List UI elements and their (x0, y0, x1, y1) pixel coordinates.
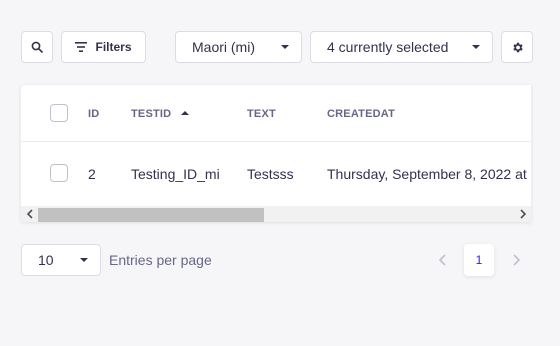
next-page-icon[interactable] (507, 251, 525, 269)
page-size-select[interactable]: 10 (21, 244, 101, 276)
columns-value: 4 currently selected (327, 39, 449, 55)
table-footer: 10 Entries per page 1 (21, 244, 531, 276)
cell-id: 2 (88, 166, 96, 182)
cell-testid: Testing_ID_mi (131, 166, 220, 182)
settings-button[interactable] (501, 31, 533, 63)
current-page-button[interactable]: 1 (464, 244, 494, 276)
chevron-down-icon (80, 258, 88, 262)
scroll-right-icon[interactable] (518, 209, 528, 219)
page-size-value: 10 (38, 252, 54, 268)
table-row[interactable]: 2 Testing_ID_mi Testsss Thursday, Septem… (21, 142, 531, 206)
header-createdat[interactable]: CREATEDAT (327, 108, 395, 120)
sort-ascending-icon (181, 111, 190, 115)
header-text[interactable]: TEXT (247, 108, 276, 120)
data-table: ID TESTID TEXT CREATEDAT 2 Testing_ID_mi… (21, 85, 531, 222)
scroll-left-icon[interactable] (25, 209, 35, 219)
columns-select[interactable]: 4 currently selected (310, 31, 493, 63)
filter-icon (75, 42, 88, 52)
cell-text: Testsss (247, 166, 294, 182)
locale-select[interactable]: Maori (mi) (175, 31, 302, 63)
scrollbar-thumb[interactable] (38, 208, 264, 222)
chevron-down-icon (281, 45, 289, 49)
table-header: ID TESTID TEXT CREATEDAT (21, 85, 531, 142)
select-all-checkbox[interactable] (50, 104, 68, 122)
chevron-down-icon (472, 45, 480, 49)
header-id[interactable]: ID (88, 108, 99, 120)
search-button[interactable] (21, 31, 53, 63)
header-testid[interactable]: TESTID (131, 108, 190, 120)
filters-label: Filters (95, 40, 132, 54)
gear-icon (512, 42, 523, 52)
search-icon (31, 41, 43, 53)
previous-page-icon[interactable] (434, 251, 452, 269)
filters-button[interactable]: Filters (61, 31, 146, 63)
locale-value: Maori (mi) (192, 39, 255, 55)
entries-per-page-label: Entries per page (109, 252, 212, 268)
header-testid-label: TESTID (131, 108, 172, 120)
cell-createdat: Thursday, September 8, 2022 at 1 (327, 166, 531, 182)
toolbar: Filters Maori (mi) 4 currently selected (21, 31, 560, 64)
row-checkbox[interactable] (50, 164, 68, 182)
horizontal-scrollbar[interactable] (21, 206, 531, 222)
